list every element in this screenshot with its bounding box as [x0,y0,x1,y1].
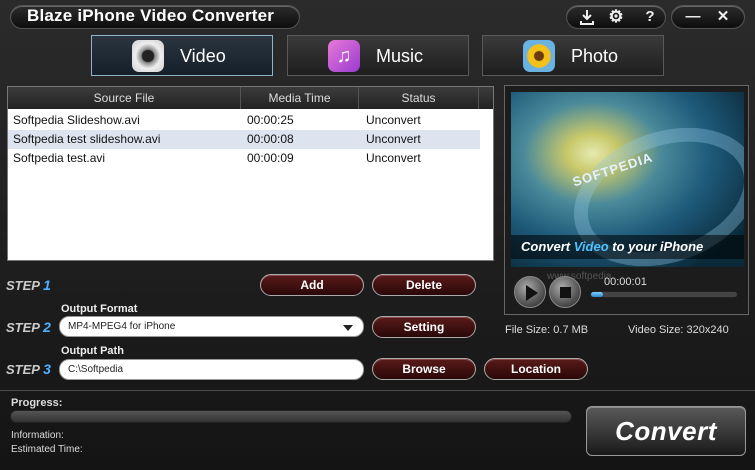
table-row[interactable]: Softpedia test slideshow.avi 00:00:08 Un… [8,130,480,149]
app-window: Blaze iPhone Video Converter ⚙ ? — ✕ Vid… [0,0,755,470]
file-list[interactable]: Source File Media Time Status Softpedia … [7,86,494,261]
file-status: Unconvert [366,132,421,146]
download-icon[interactable] [578,8,596,26]
output-format-label: Output Format [61,303,138,315]
output-format-value: MP4-MPEG4 for iPhone [68,321,176,332]
progress-bar [10,410,572,423]
close-icon[interactable]: ✕ [714,8,732,26]
seek-slider[interactable] [590,291,738,298]
music-note-icon: ♫ [328,40,360,72]
step-2-label: STEP 2 [6,319,51,335]
browse-button[interactable]: Browse [372,358,476,380]
camera-icon [132,40,164,72]
seek-fill [591,292,603,297]
tab-photo-label: Photo [571,46,619,66]
media-time: 00:00:08 [247,132,294,146]
tab-photo[interactable]: Photo [482,35,664,76]
column-media-time[interactable]: Media Time [241,87,359,109]
stop-icon [560,287,571,298]
minimize-icon[interactable]: — [684,8,702,26]
tab-music-label: Music [376,46,424,66]
window-controls-pill [671,5,745,29]
file-name: Softpedia test slideshow.avi [13,132,161,146]
output-path-label: Output Path [61,345,124,357]
preview-panel: SOFTPEDIA Convert Video to your iPhone w… [504,85,749,315]
estimated-time-label: Estimated Time: [11,444,83,455]
tab-music[interactable]: ♫ Music [287,35,469,76]
media-time: 00:00:09 [247,151,294,165]
play-icon [526,285,538,301]
window-title: Blaze iPhone Video Converter [27,6,275,25]
media-time: 00:00:25 [247,113,294,127]
tab-video[interactable]: Video [91,35,273,76]
output-path-input[interactable] [59,359,364,380]
current-time: 00:00:01 [604,276,647,288]
divider [0,390,755,391]
tab-video-label: Video [180,46,226,66]
chevron-down-icon [343,325,353,331]
information-label: Information: [11,430,64,441]
file-name: Softpedia test.avi [13,151,106,165]
file-list-header: Source File Media Time Status [8,87,493,109]
help-icon[interactable]: ? [641,8,659,26]
add-button[interactable]: Add [260,274,364,296]
title-bar: Blaze iPhone Video Converter ⚙ ? — ✕ [0,0,755,32]
progress-label: Progress: [11,397,63,409]
column-source-file[interactable]: Source File [8,87,241,109]
table-row[interactable]: Softpedia Slideshow.avi 00:00:25 Unconve… [8,111,480,130]
convert-button[interactable]: Convert [586,406,746,456]
table-row[interactable]: Softpedia test.avi 00:00:09 Unconvert [8,149,480,168]
video-size: Video Size: 320x240 [628,324,729,336]
delete-button[interactable]: Delete [372,274,476,296]
video-preview: SOFTPEDIA Convert Video to your iPhone [511,92,744,267]
file-size: File Size: 0.7 MB [505,324,589,336]
step-1-label: STEP 1 [6,277,51,293]
step-3-label: STEP 3 [6,361,51,377]
file-status: Unconvert [366,113,421,127]
column-status[interactable]: Status [359,87,479,109]
location-button[interactable]: Location [484,358,588,380]
stop-button[interactable] [549,276,581,308]
file-status: Unconvert [366,151,421,165]
setting-button[interactable]: Setting [372,316,476,338]
play-button[interactable] [514,276,546,308]
sunflower-photo-icon [523,40,555,72]
output-format-select[interactable]: MP4-MPEG4 for iPhone [59,316,364,337]
gear-icon[interactable]: ⚙ [607,8,625,26]
preview-caption: Convert Video to your iPhone [521,239,704,254]
file-name: Softpedia Slideshow.avi [13,113,140,127]
